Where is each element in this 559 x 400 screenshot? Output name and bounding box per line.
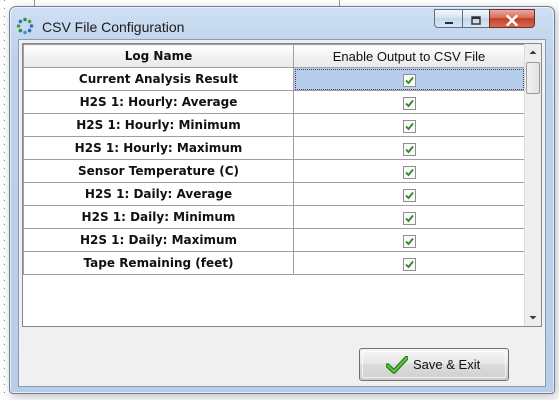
enable-output-checkbox[interactable]: [402, 142, 416, 156]
scroll-down-arrow-icon: [529, 316, 537, 320]
table-row[interactable]: H2S 1: Hourly: Minimum: [23, 113, 525, 137]
check-icon: [404, 76, 414, 84]
gear-dots-icon: [16, 17, 34, 35]
column-header-enable-output[interactable]: Enable Output to CSV File: [293, 44, 525, 68]
check-icon: [404, 99, 414, 107]
log-name-cell: H2S 1: Hourly: Maximum: [23, 136, 294, 160]
table-row[interactable]: Current Analysis Result: [23, 67, 525, 91]
table-row[interactable]: H2S 1: Daily: Minimum: [23, 205, 525, 229]
enable-output-cell[interactable]: [293, 113, 525, 137]
check-icon: [404, 214, 414, 222]
enable-output-cell[interactable]: [293, 228, 525, 252]
enable-output-cell[interactable]: [293, 67, 525, 91]
save-exit-label: Save & Exit: [413, 357, 481, 372]
log-config-table: Log Name Enable Output to CSV File Curre…: [23, 44, 525, 275]
log-name-cell: H2S 1: Daily: Minimum: [23, 205, 294, 229]
maximize-icon: [463, 13, 489, 29]
column-header-log-name[interactable]: Log Name: [23, 44, 294, 68]
table-row[interactable]: H2S 1: Hourly: Maximum: [23, 136, 525, 160]
scrollbar-thumb[interactable]: [526, 62, 540, 94]
minimize-icon: [435, 13, 462, 29]
check-icon: [404, 260, 414, 268]
enable-output-cell[interactable]: [293, 205, 525, 229]
csv-config-window: CSV File Configuration Log Name Enable O…: [9, 6, 555, 394]
enable-output-cell[interactable]: [293, 159, 525, 183]
log-name-cell: H2S 1: Hourly: Minimum: [23, 113, 294, 137]
title-bar[interactable]: CSV File Configuration: [10, 7, 554, 39]
log-name-cell: H2S 1: Daily: Maximum: [23, 228, 294, 252]
enable-output-cell[interactable]: [293, 136, 525, 160]
enable-output-cell[interactable]: [293, 182, 525, 206]
table-row[interactable]: Tape Remaining (feet): [23, 251, 525, 275]
table-row[interactable]: H2S 1: Hourly: Average: [23, 90, 525, 114]
scroll-up-arrow-icon: [529, 50, 537, 54]
vertical-scrollbar[interactable]: [524, 44, 541, 326]
maximize-button[interactable]: [462, 9, 490, 28]
enable-output-checkbox[interactable]: [402, 119, 416, 133]
scroll-down-button[interactable]: [525, 309, 541, 326]
enable-output-checkbox[interactable]: [402, 234, 416, 248]
window-title: CSV File Configuration: [42, 19, 185, 35]
table-row[interactable]: H2S 1: Daily: Maximum: [23, 228, 525, 252]
dialog-body: Log Name Enable Output to CSV File Curre…: [18, 39, 546, 387]
background-dotted-line: [4, 0, 5, 400]
enable-output-checkbox[interactable]: [402, 211, 416, 225]
log-name-cell: H2S 1: Hourly: Average: [23, 90, 294, 114]
check-icon: [404, 145, 414, 153]
enable-output-cell[interactable]: [293, 251, 525, 275]
enable-output-checkbox[interactable]: [402, 96, 416, 110]
enable-output-cell[interactable]: [293, 90, 525, 114]
log-config-grid: Log Name Enable Output to CSV File Curre…: [22, 43, 542, 327]
log-name-cell: H2S 1: Daily: Average: [23, 182, 294, 206]
log-name-cell: Current Analysis Result: [23, 67, 294, 91]
check-icon: [404, 191, 414, 199]
log-name-cell: Tape Remaining (feet): [23, 251, 294, 275]
check-icon: [404, 237, 414, 245]
table-row[interactable]: Sensor Temperature (C): [23, 159, 525, 183]
enable-output-checkbox[interactable]: [402, 73, 416, 87]
close-button[interactable]: [489, 9, 535, 28]
check-icon: [404, 168, 414, 176]
enable-output-checkbox[interactable]: [402, 165, 416, 179]
minimize-button[interactable]: [434, 9, 463, 28]
scroll-up-button[interactable]: [525, 44, 541, 61]
enable-output-checkbox[interactable]: [402, 188, 416, 202]
save-exit-button[interactable]: Save & Exit: [359, 348, 509, 381]
grid-header-row: Log Name Enable Output to CSV File: [23, 44, 525, 68]
enable-output-checkbox[interactable]: [402, 257, 416, 271]
checkmark-icon: [385, 355, 409, 377]
table-row[interactable]: H2S 1: Daily: Average: [23, 182, 525, 206]
check-icon: [404, 122, 414, 130]
close-icon: [490, 13, 534, 29]
log-name-cell: Sensor Temperature (C): [23, 159, 294, 183]
